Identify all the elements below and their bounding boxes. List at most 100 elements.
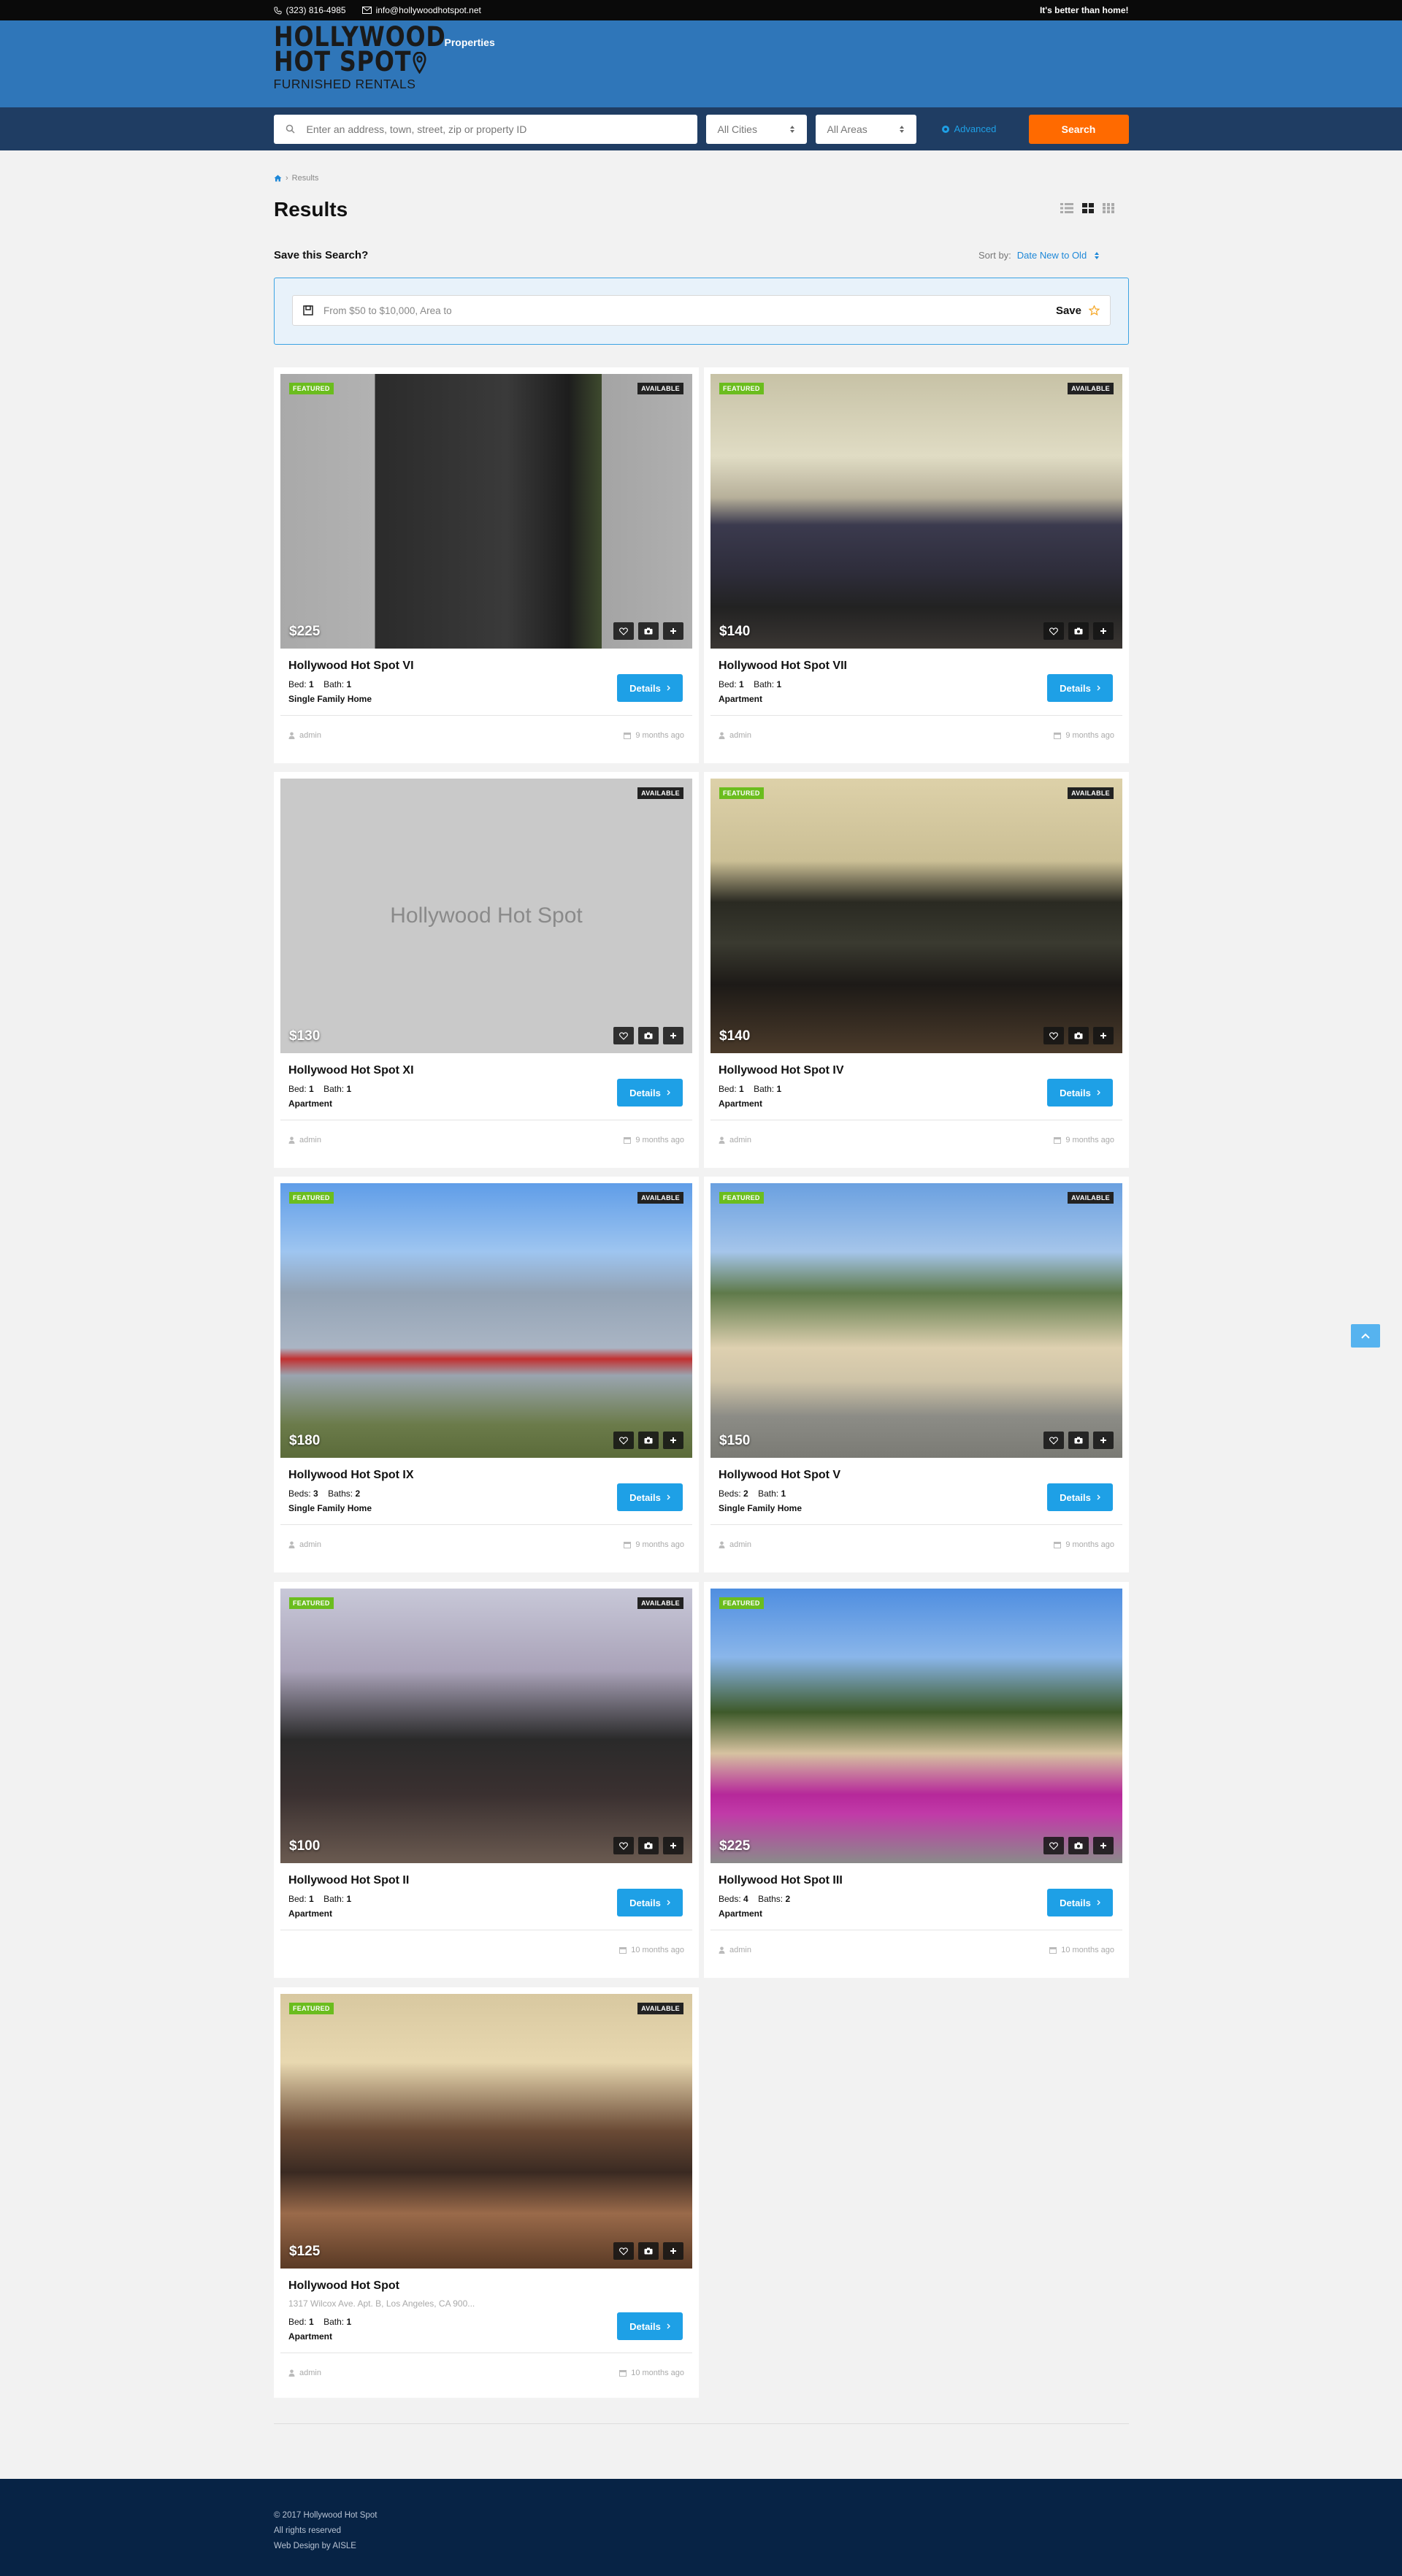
author-name: admin — [729, 1946, 751, 1954]
listing-photo[interactable]: FEATURED AVAILABLE $140 — [710, 374, 1122, 649]
footer-credit[interactable]: Web Design by AISLE — [274, 2539, 377, 2554]
listing-author[interactable]: admin — [719, 731, 751, 740]
gallery-button[interactable] — [1068, 1837, 1089, 1854]
bed-bath: Beds: 2 Bath: 1 — [719, 1486, 802, 1501]
details-button[interactable]: Details — [1047, 674, 1113, 702]
details-button[interactable]: Details — [1047, 1483, 1113, 1511]
listing-price: $225 — [289, 624, 321, 639]
property-type: Apartment — [719, 694, 763, 704]
listing-photo[interactable]: FEATURED $225 — [710, 1589, 1122, 1863]
grid-view-icon[interactable] — [1082, 203, 1094, 213]
details-button[interactable]: Details — [617, 2312, 683, 2340]
posted-date: 9 months ago — [635, 731, 684, 740]
compare-button[interactable] — [1093, 622, 1114, 640]
gallery-button[interactable] — [638, 622, 659, 640]
listing-title[interactable]: Hollywood Hot Spot II — [288, 1874, 409, 1887]
phone-number[interactable]: (323) 816-4985 — [286, 5, 346, 15]
search-input[interactable]: Enter an address, town, street, zip or p… — [273, 114, 697, 144]
areas-select[interactable]: All Areas — [815, 114, 916, 144]
listing-photo[interactable]: FEATURED AVAILABLE $225 — [280, 374, 692, 649]
user-icon — [288, 732, 295, 739]
listing-title[interactable]: Hollywood Hot Spot IX — [288, 1469, 414, 1482]
bed-label: Beds: — [719, 1488, 741, 1499]
grid-3-view-icon[interactable] — [1103, 203, 1114, 213]
details-button[interactable]: Details — [1047, 1079, 1113, 1107]
gallery-button[interactable] — [638, 1027, 659, 1044]
bed-bath: Bed: 1 Bath: 1 — [288, 2315, 351, 2329]
posted-date: 9 months ago — [635, 1540, 684, 1549]
compare-button[interactable] — [663, 1432, 683, 1449]
listing-author[interactable]: admin — [288, 731, 321, 740]
compare-button[interactable] — [1093, 1027, 1114, 1044]
gallery-button[interactable] — [1068, 1432, 1089, 1449]
details-button[interactable]: Details — [1047, 1889, 1113, 1916]
compare-button[interactable] — [1093, 1432, 1114, 1449]
email-contact[interactable]: info@hollywoodhotspot.net — [361, 5, 481, 15]
list-view-icon[interactable] — [1060, 203, 1073, 213]
compare-button[interactable] — [1093, 1837, 1114, 1854]
nav-properties[interactable]: Properties — [445, 37, 495, 48]
listing-card: FEATURED AVAILABLE $140 Hollywood Hot Sp… — [704, 772, 1129, 1168]
listing-title[interactable]: Hollywood Hot Spot IV — [719, 1064, 844, 1077]
site-logo[interactable]: HOLLYWOOD HOT SPOT FURNISHED RENTALS — [274, 20, 445, 92]
listing-title[interactable]: Hollywood Hot Spot III — [719, 1874, 843, 1887]
user-icon — [719, 732, 725, 739]
cities-select[interactable]: All Cities — [705, 114, 807, 144]
bed-count: 2 — [743, 1488, 748, 1499]
details-button[interactable]: Details — [617, 1889, 683, 1916]
details-button[interactable]: Details — [617, 1483, 683, 1511]
photo-placeholder-text: Hollywood Hot Spot — [390, 903, 583, 928]
favorite-button[interactable] — [613, 1432, 634, 1449]
listing-photo[interactable]: FEATURED AVAILABLE $125 — [280, 1994, 692, 2269]
compare-button[interactable] — [663, 1027, 683, 1044]
listing-author[interactable]: admin — [719, 1540, 751, 1549]
gallery-button[interactable] — [1068, 622, 1089, 640]
chevron-right-icon — [1097, 1090, 1100, 1096]
listing-photo[interactable]: FEATURED AVAILABLE $140 — [710, 779, 1122, 1053]
advanced-search-toggle[interactable]: Advanced — [941, 123, 996, 134]
compare-button[interactable] — [663, 622, 683, 640]
home-icon[interactable] — [274, 175, 282, 182]
favorite-button[interactable] — [1043, 1432, 1064, 1449]
listing-price: $180 — [289, 1433, 321, 1448]
gallery-button[interactable] — [638, 2242, 659, 2260]
favorite-button[interactable] — [1043, 622, 1064, 640]
favorite-button[interactable] — [613, 1837, 634, 1854]
listing-author[interactable]: admin — [288, 1540, 321, 1549]
phone-contact[interactable]: (323) 816-4985 — [273, 5, 346, 15]
listing-photo[interactable]: FEATURED AVAILABLE $100 — [280, 1589, 692, 1863]
listing-title[interactable]: Hollywood Hot Spot VI — [288, 660, 414, 673]
search-button[interactable]: Search — [1028, 114, 1129, 144]
listing-photo[interactable]: FEATURED AVAILABLE $150 — [710, 1183, 1122, 1458]
gallery-button[interactable] — [638, 1837, 659, 1854]
details-button[interactable]: Details — [617, 674, 683, 702]
listing-author[interactable]: admin — [288, 1136, 321, 1144]
listing-title[interactable]: Hollywood Hot Spot V — [719, 1469, 840, 1482]
listing-author[interactable]: admin — [719, 1946, 751, 1954]
listing-photo[interactable]: FEATURED AVAILABLE $180 — [280, 1183, 692, 1458]
compare-button[interactable] — [663, 1837, 683, 1854]
listing-photo[interactable]: Hollywood Hot Spot AVAILABLE $130 — [280, 779, 692, 1053]
sort-select[interactable]: Date New to Old — [1017, 250, 1100, 261]
details-button[interactable]: Details — [617, 1079, 683, 1107]
listing-title[interactable]: Hollywood Hot Spot VII — [719, 660, 847, 673]
favorite-button[interactable] — [613, 2242, 634, 2260]
camera-icon — [644, 1032, 653, 1039]
email-address[interactable]: info@hollywoodhotspot.net — [376, 5, 481, 15]
favorite-button[interactable] — [613, 1027, 634, 1044]
bath-label: Baths: — [758, 1894, 784, 1904]
listing-author[interactable]: admin — [288, 2369, 321, 2377]
gallery-button[interactable] — [638, 1432, 659, 1449]
listing-title[interactable]: Hollywood Hot Spot XI — [288, 1064, 414, 1077]
favorite-button[interactable] — [1043, 1027, 1064, 1044]
available-badge: AVAILABLE — [1068, 787, 1114, 799]
listing-price: $140 — [719, 1028, 751, 1044]
favorite-button[interactable] — [1043, 1837, 1064, 1854]
save-search-button[interactable]: Save — [1056, 305, 1100, 317]
gallery-button[interactable] — [1068, 1027, 1089, 1044]
listing-title[interactable]: Hollywood Hot Spot — [288, 2279, 399, 2293]
compare-button[interactable] — [663, 2242, 683, 2260]
favorite-button[interactable] — [613, 622, 634, 640]
scroll-to-top-button[interactable] — [1351, 1324, 1380, 1348]
listing-author[interactable]: admin — [719, 1136, 751, 1144]
